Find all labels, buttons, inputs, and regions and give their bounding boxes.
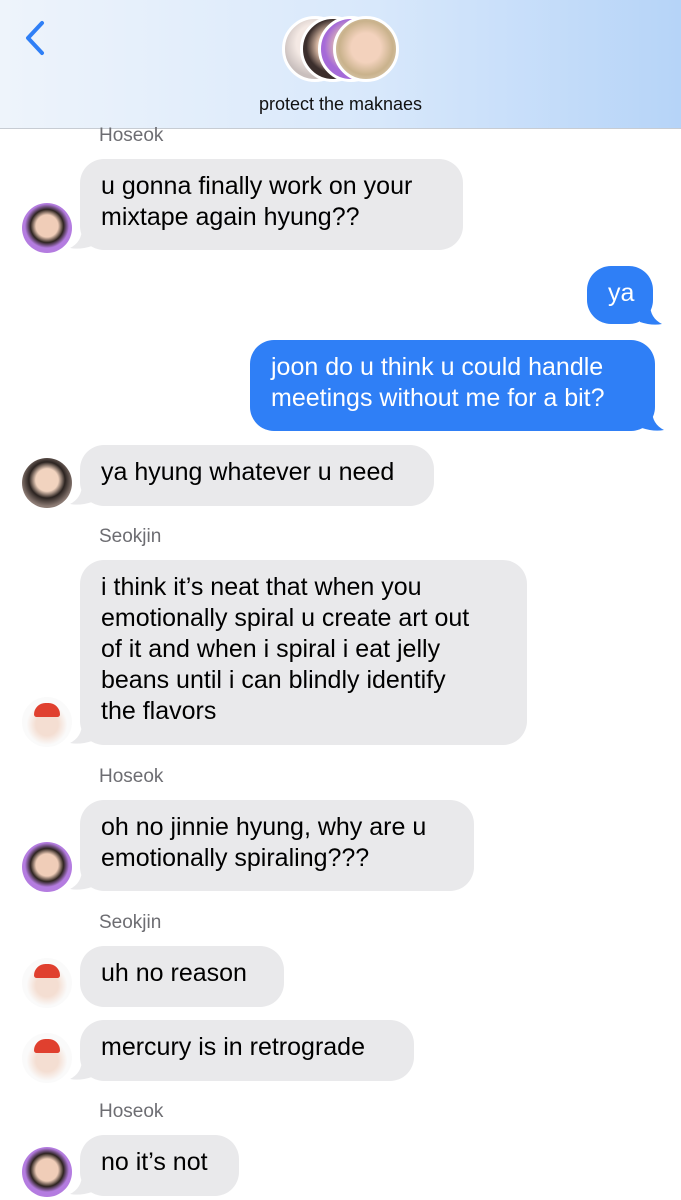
sender-name: Seokjin xyxy=(99,526,162,547)
back-button[interactable] xyxy=(18,18,52,58)
message-line: no it’s not xyxy=(101,1148,208,1176)
group-title[interactable]: protect the maknaes xyxy=(0,94,681,115)
message-line: u gonna finally work on your xyxy=(101,172,413,200)
message-line: mercury is in retrograde xyxy=(101,1033,365,1061)
bubble-tail xyxy=(70,1174,92,1195)
message-line: mixtape again hyung?? xyxy=(101,203,360,231)
message-line: ya xyxy=(608,279,635,307)
incoming-message-bubble[interactable]: mercury is in retrograde xyxy=(80,1020,414,1081)
bubble-tail xyxy=(70,1059,92,1080)
seokjin-avatar[interactable] xyxy=(22,958,72,1008)
red-cap xyxy=(34,703,60,717)
incoming-message-bubble[interactable]: uh no reason xyxy=(80,946,284,1007)
message-line: joon do u think u could handle xyxy=(271,353,604,381)
group-member-avatar xyxy=(333,16,399,82)
message-line: oh no jinnie hyung, why are u xyxy=(101,813,427,841)
bubble-tail xyxy=(70,484,92,505)
bubble-tail xyxy=(70,723,92,744)
bubble-tail xyxy=(70,228,92,249)
chat-header: protect the maknaes xyxy=(0,0,681,129)
chevron-left-icon xyxy=(26,21,44,55)
member-avatar[interactable] xyxy=(22,458,72,508)
outgoing-message-bubble[interactable]: joon do u think u could handle meetings … xyxy=(250,340,655,431)
hoseok-avatar[interactable] xyxy=(22,203,72,253)
message-line: the flavors xyxy=(101,697,217,725)
group-avatar-stack[interactable] xyxy=(282,16,402,86)
hoseok-avatar[interactable] xyxy=(22,1147,72,1197)
incoming-message-bubble[interactable]: ya hyung whatever u need xyxy=(80,445,434,506)
seokjin-avatar[interactable] xyxy=(22,697,72,747)
message-line: i think it’s neat that when you xyxy=(101,573,422,601)
red-cap xyxy=(34,1039,60,1053)
incoming-message-bubble[interactable]: i think it’s neat that when you emotiona… xyxy=(80,560,527,745)
bubble-tail xyxy=(640,304,662,325)
message-line: of it and when i spiral i eat jelly xyxy=(101,635,441,663)
bubble-tail xyxy=(70,869,92,890)
sender-name: Seokjin xyxy=(99,912,162,933)
message-line: emotionally spiral u create art out xyxy=(101,604,470,632)
red-cap xyxy=(34,964,60,978)
message-line: meetings without me for a bit? xyxy=(271,384,605,412)
message-line: beans until i can blindly identify xyxy=(101,666,446,694)
seokjin-avatar[interactable] xyxy=(22,1033,72,1083)
incoming-message-bubble[interactable]: oh no jinnie hyung, why are u emotionall… xyxy=(80,800,474,891)
sender-name: Hoseok xyxy=(99,125,164,146)
hoseok-avatar[interactable] xyxy=(22,842,72,892)
sender-name: Hoseok xyxy=(99,766,164,787)
message-line: ya hyung whatever u need xyxy=(101,458,395,486)
message-line: uh no reason xyxy=(101,959,247,987)
message-line: emotionally spiraling??? xyxy=(101,844,370,872)
sender-name: Hoseok xyxy=(99,1101,164,1122)
incoming-message-bubble[interactable]: u gonna finally work on your mixtape aga… xyxy=(80,159,463,250)
bubble-tail xyxy=(642,410,664,431)
incoming-message-bubble[interactable]: no it’s not xyxy=(80,1135,239,1196)
